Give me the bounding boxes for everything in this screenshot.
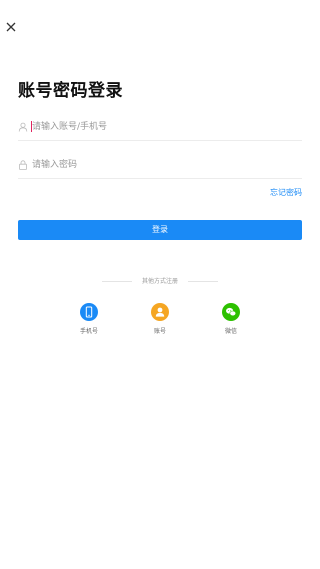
divider-line	[102, 281, 132, 282]
page-title: 账号密码登录	[18, 81, 123, 101]
account-input[interactable]	[32, 118, 292, 136]
close-icon[interactable]	[4, 20, 18, 34]
phone-icon	[80, 303, 98, 321]
register-account-option[interactable]: 账号	[140, 303, 180, 335]
password-field	[18, 155, 302, 179]
password-input[interactable]	[32, 156, 292, 174]
wechat-icon	[222, 303, 240, 321]
forgot-password-link[interactable]: 忘记密码	[270, 187, 302, 198]
register-wechat-option[interactable]: 微信	[211, 303, 251, 335]
register-phone-label: 手机号	[79, 328, 98, 335]
person-icon	[151, 303, 169, 321]
register-wechat-label: 微信	[224, 328, 237, 335]
login-button[interactable]: 登录	[18, 220, 302, 240]
login-screen: 账号密码登录 忘记密码 登录 其他方式注册	[0, 0, 320, 569]
divider-line	[188, 281, 218, 282]
register-phone-option[interactable]: 手机号	[69, 303, 109, 335]
account-field	[18, 117, 302, 141]
user-icon	[18, 122, 28, 132]
divider-label: 其他方式注册	[141, 278, 178, 285]
register-account-label: 账号	[153, 328, 166, 335]
other-methods-divider: 其他方式注册	[0, 276, 320, 286]
lock-icon	[18, 160, 28, 170]
